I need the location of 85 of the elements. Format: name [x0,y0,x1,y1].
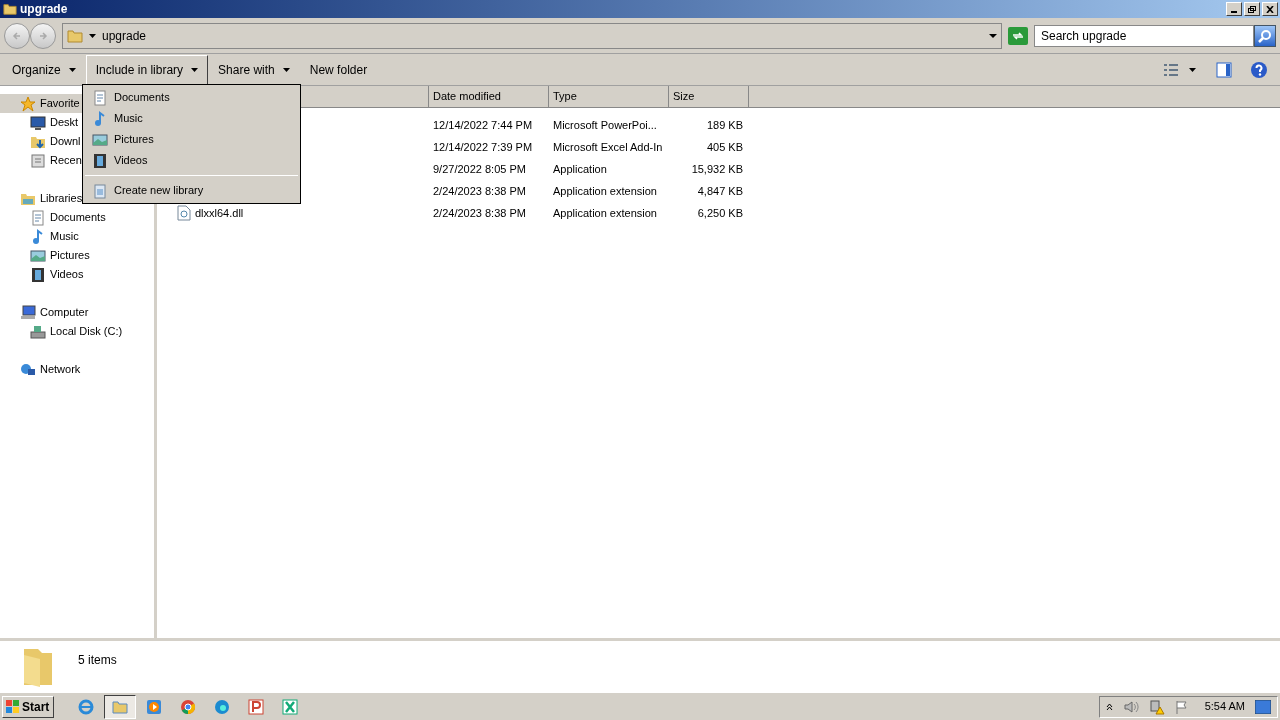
refresh-button[interactable] [1008,26,1028,45]
toolbar-button[interactable]: Share with [208,54,300,85]
address-bar[interactable]: upgrade [62,22,1002,49]
search-input[interactable]: Search upgrade [1041,26,1253,45]
restore-icon [1248,5,1256,13]
close-button[interactable] [1262,2,1278,16]
table-cell-text: 189 KB [705,117,744,133]
flag-icon [1174,699,1189,714]
star-icon [20,95,36,112]
play-icon [146,698,162,715]
speaker-icon [1122,699,1139,714]
table-cell-text: Application extension [552,183,658,199]
left-arrow-icon [12,30,22,41]
table-cell-text: Microsoft PowerPoi... [552,117,658,133]
dll-file-icon [177,205,191,221]
hard-disk-icon [30,323,46,340]
show-desktop-icon [1255,699,1271,714]
help-icon [1250,60,1268,79]
monitor-icon [30,114,46,131]
sidebar-item[interactable]: Local Disk (C:) [0,322,154,341]
minimize-button[interactable] [1226,2,1242,16]
table-cell-text: Application extension [552,205,658,221]
chrome-icon [180,698,196,715]
preview-pane-icon [1216,61,1232,78]
library-icon [92,182,108,199]
forward-button[interactable] [30,22,56,49]
window-title: upgrade [20,1,68,18]
chevron-up-icon [1105,702,1113,711]
table-cell-text: Microsoft Excel Add-In [552,139,664,155]
windows-logo-icon [6,699,20,714]
table-cell-text: 15,932 KB [690,161,744,177]
caret-icon [89,33,96,38]
table-cell-text: 12/14/2022 7:44 PM [432,117,534,133]
film-icon [92,152,108,169]
slides-icon [248,698,264,715]
caret-icon [1189,67,1196,72]
view-list-icon [1163,62,1179,77]
sidebar-item[interactable]: Music [0,227,154,246]
restore-button[interactable] [1244,2,1260,16]
start-button[interactable]: Start [2,695,54,718]
table-cell-text: 4,847 KB [696,183,744,199]
computer-icon [20,304,36,321]
refresh-icon [1012,30,1024,41]
menu-item[interactable]: Pictures [83,129,300,150]
menu-item[interactable]: Create new library [83,180,300,201]
menu-item[interactable]: Videos [83,150,300,171]
browser-e-icon [78,698,94,715]
item-count: 5 items [78,652,117,669]
sidebar-item[interactable]: Network [0,360,154,379]
table-cell-text: 9/27/2022 8:05 PM [432,161,527,177]
caret-icon [989,33,997,38]
column-header[interactable]: Size [669,86,749,107]
search-icon [1258,28,1272,43]
taskbar-button[interactable] [104,694,136,719]
sidebar-item[interactable]: Documents [0,208,154,227]
film-icon [30,266,46,283]
clock: 5:54 AM [1204,699,1245,715]
spreadsheet-icon [282,698,298,715]
folder-icon [112,698,128,715]
table-cell-text: 2/24/2023 8:38 PM [432,183,527,199]
back-button[interactable] [4,22,30,49]
column-header[interactable]: Type [549,86,669,107]
table-cell-text: Application [552,161,608,177]
network-warning-icon [1148,698,1165,715]
document-icon [30,209,46,226]
column-header[interactable]: Date modified [429,86,549,107]
table-cell-text: 6,250 KB [696,205,744,221]
table-cell-text: 12/14/2022 7:39 PM [432,139,534,155]
table-cell-text: 405 KB [705,139,744,155]
folder-icon [3,2,17,16]
right-arrow-icon [38,30,48,41]
close-icon [1266,5,1274,13]
file-name[interactable]: dlxxl64.dll [195,204,244,222]
table-cell-text: 2/24/2023 8:38 PM [432,205,527,221]
toolbar-button[interactable]: New folder [299,54,378,85]
sidebar-item[interactable]: Computer [0,303,154,322]
toolbar-button[interactable]: Organize [2,54,86,85]
picture-icon [30,247,46,264]
sidebar-item[interactable]: Pictures [0,246,154,265]
sidebar-item[interactable]: Videos [0,265,154,284]
address-path: upgrade [102,27,147,45]
search-button[interactable] [1254,24,1276,47]
search-field[interactable]: Search upgrade [1034,24,1254,47]
document-icon [92,89,108,106]
picture-icon [92,131,108,148]
